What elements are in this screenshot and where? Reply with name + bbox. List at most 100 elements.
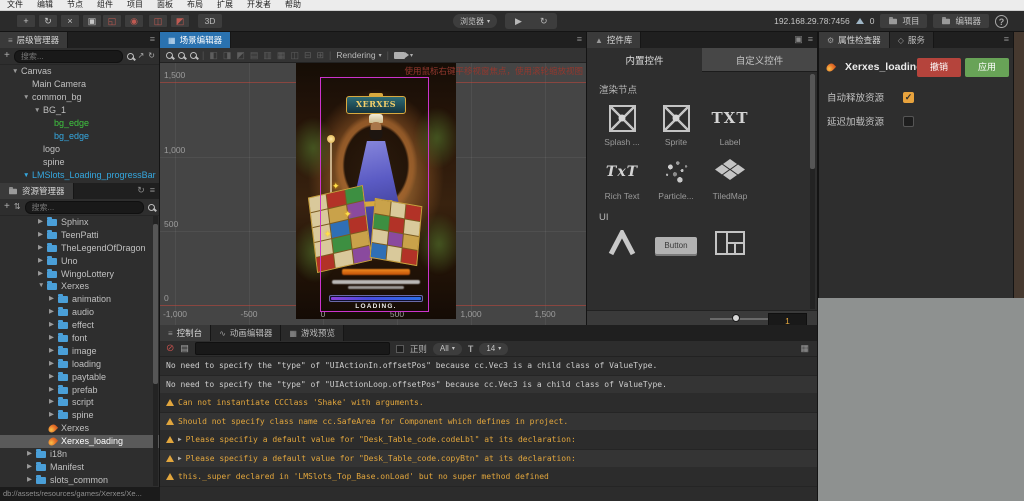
panel-menu-icon[interactable]: ≡ xyxy=(150,34,155,44)
zoom-slider-knob[interactable] xyxy=(732,314,740,322)
asset-item[interactable]: ▶font xyxy=(0,332,159,345)
hierarchy-node[interactable]: logo xyxy=(0,143,159,156)
tab-hierarchy[interactable]: ≡ 层级管理器 xyxy=(0,32,68,48)
asset-item[interactable]: ▶Manifest xyxy=(0,461,159,474)
hierarchy-node[interactable]: bg_edge xyxy=(0,130,159,143)
expand-arrow-icon[interactable]: ▶ xyxy=(38,255,47,268)
expand-arrow-icon[interactable]: ▶ xyxy=(49,371,58,384)
widget-item-canvas[interactable] xyxy=(595,227,649,275)
expand-arrow-icon[interactable]: ▶ xyxy=(49,332,58,345)
expand-arrow-icon[interactable]: ▼ xyxy=(38,280,47,293)
widget-item-splash[interactable]: Splash ... xyxy=(595,100,649,148)
expand-arrow-icon[interactable]: ▼ xyxy=(23,169,32,182)
asset-item[interactable]: ▶animation xyxy=(0,293,159,306)
tab-属性检查器[interactable]: ⚙属性检查器 xyxy=(819,32,890,48)
search-icon[interactable] xyxy=(148,204,155,211)
expand-arrow-icon[interactable]: ▶ xyxy=(38,268,47,281)
tab-scene-editor[interactable]: ▦ 场景编辑器 xyxy=(160,32,231,48)
zoom-value-input[interactable] xyxy=(768,313,807,325)
refresh-icon[interactable]: ↻ xyxy=(148,51,155,61)
scene-tool-icon[interactable]: ▥ xyxy=(263,50,272,61)
tab-自定义控件[interactable]: 自定义控件 xyxy=(702,48,817,72)
expand-arrow-icon[interactable]: ▶ xyxy=(27,474,36,487)
asset-item[interactable]: ▶Sphinx xyxy=(0,216,159,229)
menu-item[interactable]: 文件 xyxy=(0,0,30,10)
menu-item[interactable]: 项目 xyxy=(120,0,150,10)
hierarchy-node[interactable]: ▼BG_1 xyxy=(0,104,159,117)
zoom-reset-icon[interactable] xyxy=(190,52,197,59)
expand-arrow-icon[interactable]: ▼ xyxy=(34,104,43,117)
expand-arrow-icon[interactable]: ▶ xyxy=(49,345,58,358)
tab-服务[interactable]: ◇服务 xyxy=(890,32,934,48)
asset-item[interactable]: ▶TheLegendOfDragon xyxy=(0,242,159,255)
expand-arrow-icon[interactable]: ▶ xyxy=(49,409,58,422)
expand-arrow-icon[interactable]: ▶ xyxy=(49,384,58,397)
menu-item[interactable]: 面板 xyxy=(150,0,180,10)
clear-console-icon[interactable]: ⊘ xyxy=(166,343,174,354)
tab-内置控件[interactable]: 内置控件 xyxy=(587,48,702,72)
camera-caret-icon[interactable]: ▾ xyxy=(410,52,413,59)
search-icon[interactable] xyxy=(127,53,134,60)
scene-tool-icon[interactable]: ◩ xyxy=(236,50,245,61)
asset-item[interactable]: Xerxes xyxy=(0,422,159,435)
expand-arrow-icon[interactable]: ▶ xyxy=(49,293,58,306)
menu-item[interactable]: 扩展 xyxy=(210,0,240,10)
rect-tool[interactable]: ▣ xyxy=(82,14,102,28)
asset-item[interactable]: ▶script xyxy=(0,396,159,409)
widget-item-particle[interactable]: Particle... xyxy=(649,154,703,202)
zoom-in-icon[interactable] xyxy=(166,52,173,59)
grid-gizmo-button[interactable]: ◫ xyxy=(148,14,168,28)
checkbox-checked[interactable]: ✓ xyxy=(903,92,914,103)
help-button[interactable]: ? xyxy=(995,15,1008,28)
hierarchy-search-input[interactable] xyxy=(14,50,123,63)
menu-item[interactable]: 开发者 xyxy=(240,0,278,10)
export-log-icon[interactable]: ▤ xyxy=(180,343,189,354)
expand-arrow-icon[interactable]: ▶ xyxy=(38,242,47,255)
expand-arrow-icon[interactable]: ▶ xyxy=(38,216,47,229)
log-row[interactable]: this._super declared in 'LMSlots_Top_Bas… xyxy=(160,468,817,487)
expand-arrow-icon[interactable]: ▶ xyxy=(38,229,47,242)
widget-item-label[interactable]: TXTLabel xyxy=(703,100,757,148)
zoom-out-icon[interactable] xyxy=(178,52,185,59)
scene-tool-icon[interactable]: ◧ xyxy=(209,50,218,61)
expand-arrow-icon[interactable]: ▶ xyxy=(49,396,58,409)
asset-item[interactable]: ▶i18n xyxy=(0,448,159,461)
refresh-button[interactable]: ↻ xyxy=(540,16,548,27)
scene-tool-icon[interactable]: ◨ xyxy=(223,50,232,61)
menu-item[interactable]: 布局 xyxy=(180,0,210,10)
menu-item[interactable]: 组件 xyxy=(90,0,120,10)
scene-tool-icon[interactable]: ⊞ xyxy=(317,50,325,61)
log-row[interactable]: ▶Please specifiy a default value for "De… xyxy=(160,431,817,450)
scale-tool[interactable]: × xyxy=(60,14,80,28)
panel-menu-icon[interactable]: ≡ xyxy=(150,185,155,196)
menu-item[interactable]: 编辑 xyxy=(30,0,60,10)
asset-item[interactable]: ▼Xerxes xyxy=(0,280,159,293)
preview-target-dropdown[interactable]: 浏览器▾ xyxy=(453,14,497,28)
anchor-mode-button[interactable]: ◉ xyxy=(124,14,144,28)
checkbox-unchecked[interactable] xyxy=(903,116,914,127)
asset-item[interactable]: ▶Uno xyxy=(0,255,159,268)
rendering-dropdown[interactable]: Rendering▾ xyxy=(336,50,381,60)
sort-icon[interactable]: ⇅ xyxy=(14,202,21,212)
open-editor-button[interactable]: 编辑器 xyxy=(933,14,989,28)
font-size-dropdown[interactable]: 14▾ xyxy=(479,343,508,355)
asset-item[interactable]: ▶prefab xyxy=(0,384,159,397)
expand-arrow-icon[interactable]: ▶ xyxy=(178,455,182,462)
expand-arrow-icon[interactable]: ▶ xyxy=(49,319,58,332)
log-row[interactable]: Can not instantiate CCClass 'Shake' with… xyxy=(160,394,817,413)
log-row[interactable]: Should not specify class name cc.SafeAre… xyxy=(160,413,817,432)
rotate-tool[interactable]: ↻ xyxy=(38,14,58,28)
log-row[interactable]: ▶Please specifiy a default value for "De… xyxy=(160,450,817,469)
log-row[interactable]: No need to specify the "type" of "UIActi… xyxy=(160,357,817,376)
expand-arrow-icon[interactable]: ▼ xyxy=(23,91,32,104)
menu-item[interactable]: 节点 xyxy=(60,0,90,10)
asset-item[interactable]: ▶WingoLottery xyxy=(0,268,159,281)
asset-item[interactable]: ▶image xyxy=(0,345,159,358)
expand-arrow-icon[interactable]: ▶ xyxy=(178,436,182,443)
expand-arrow-icon[interactable]: ▼ xyxy=(12,65,21,78)
hierarchy-node[interactable]: ▼common_bg xyxy=(0,91,159,104)
assets-search-input[interactable] xyxy=(25,201,144,214)
console-filter-input[interactable] xyxy=(195,342,390,355)
asset-item[interactable]: ▶spine xyxy=(0,409,159,422)
expand-arrow-icon[interactable]: ▶ xyxy=(49,358,58,371)
